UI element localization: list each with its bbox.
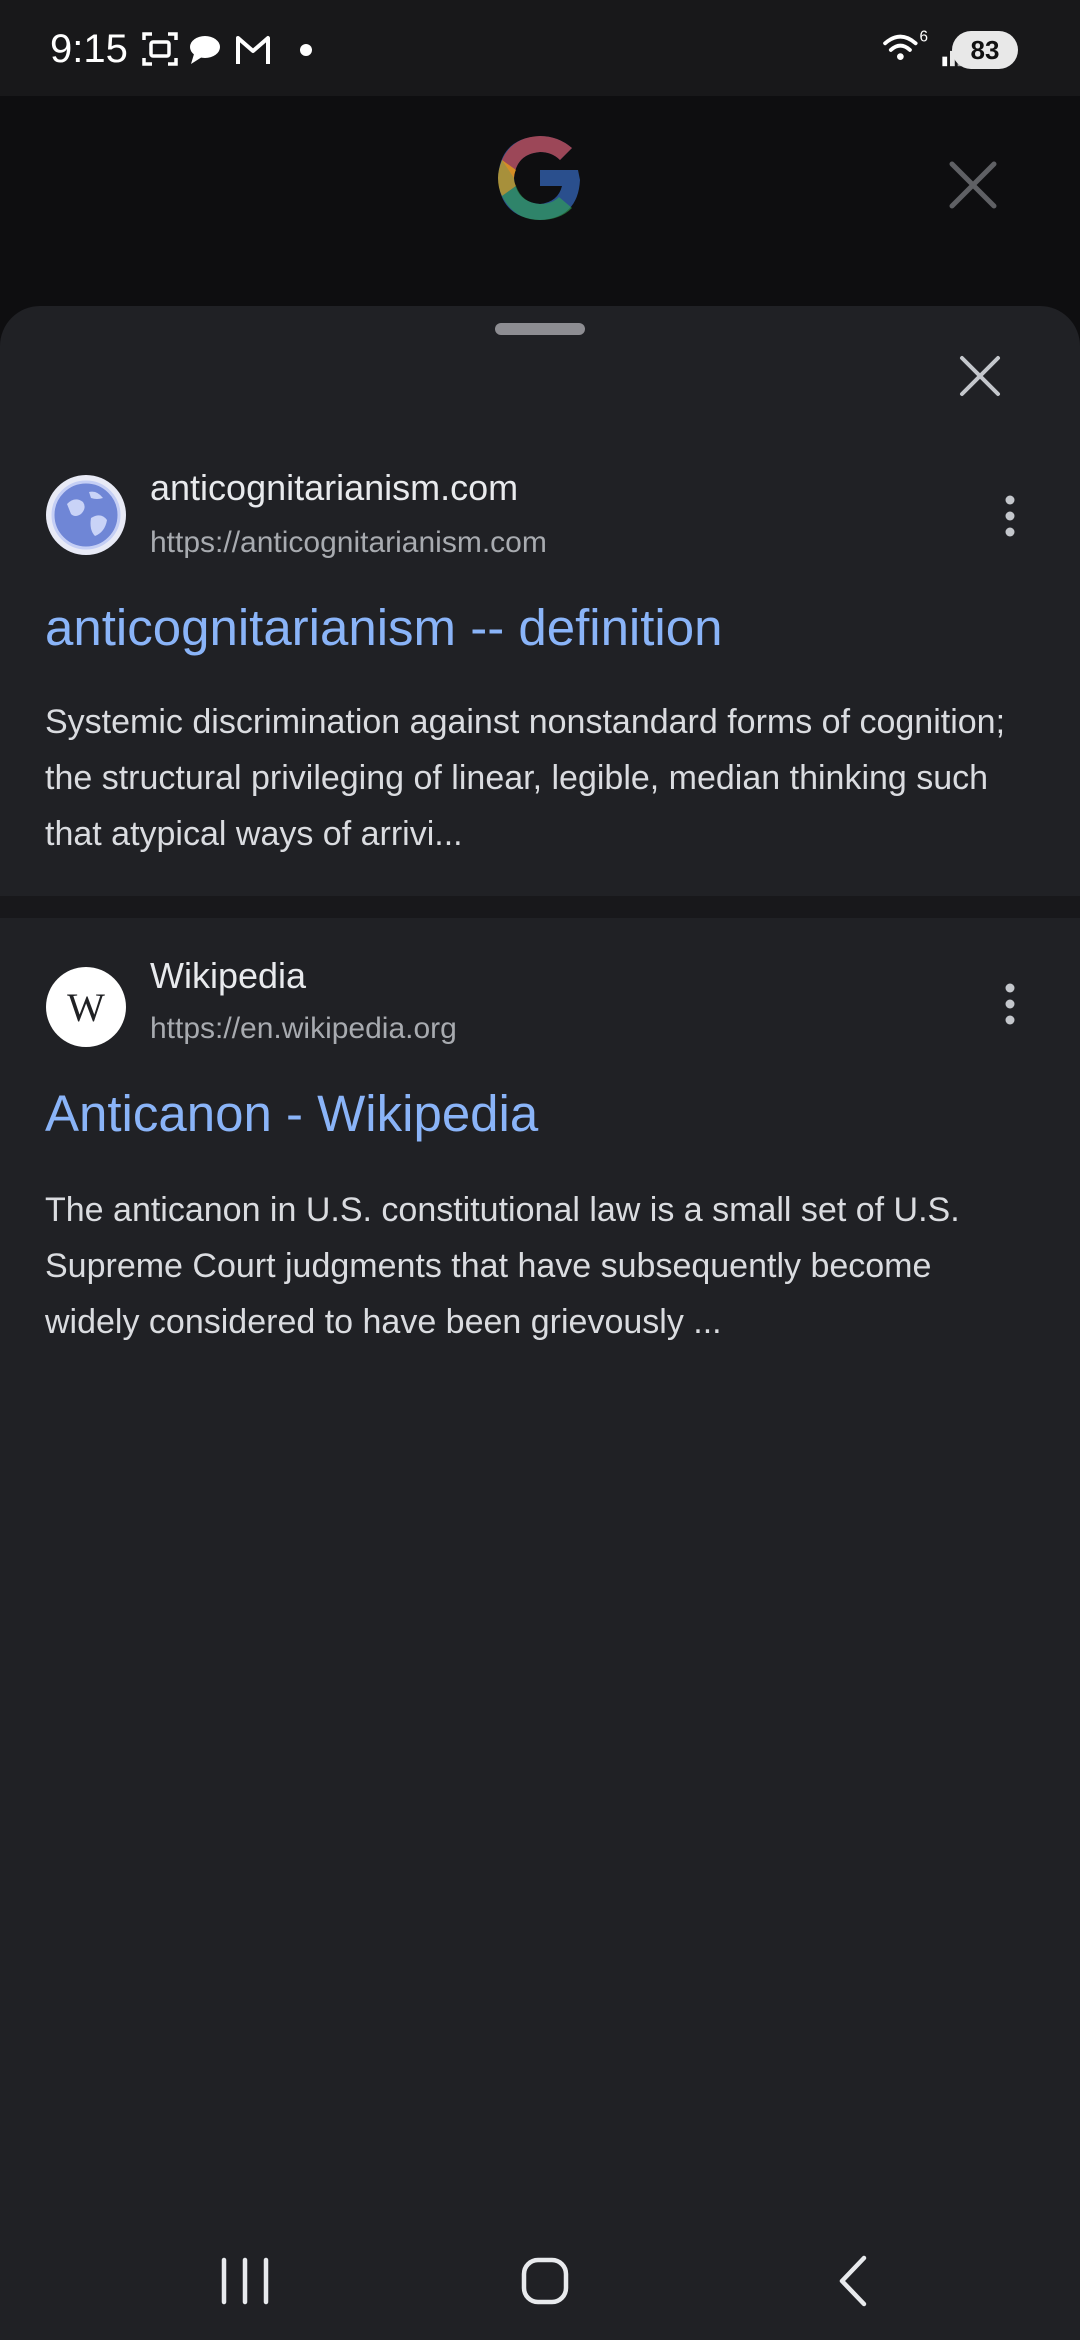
screenshot-icon — [142, 32, 178, 66]
wikipedia-w-icon: W — [46, 967, 126, 1047]
result-divider — [0, 896, 1080, 918]
result-snippet: The anticanon in U.S. constitutional law… — [45, 1191, 960, 1341]
google-g-logo — [498, 136, 580, 220]
result-url: https://en.wikipedia.org — [150, 1012, 457, 1045]
result-url: https://anticognitarianism.com — [150, 526, 547, 559]
close-icon[interactable] — [946, 158, 1000, 212]
navigation-bar — [0, 2220, 1080, 2340]
wifi-icon — [883, 34, 918, 60]
status-time: 9:15 — [50, 27, 128, 71]
result-site-name: Wikipedia — [150, 955, 307, 996]
result-snippet: Systemic discrimination against nonstand… — [45, 703, 1006, 853]
more-options-icon[interactable] — [996, 486, 1024, 546]
wifi-label: 6 — [919, 28, 928, 45]
more-options-icon[interactable] — [996, 974, 1024, 1034]
battery-indicator: 83 — [952, 31, 1018, 69]
status-bar: 9:15 6 83 — [0, 0, 1080, 96]
status-left-icons — [142, 32, 312, 66]
result-item[interactable]: W Wikipedia https://en.wikipedia.org Ant… — [0, 918, 1080, 1618]
globe-icon — [46, 475, 126, 555]
results-sheet: anticognitarianism.com https://anticogni… — [0, 306, 1080, 2340]
result-title-link[interactable]: anticognitarianism -- definition — [45, 596, 723, 660]
home-icon[interactable] — [500, 2220, 590, 2340]
google-header — [0, 96, 1080, 316]
result-site-name: anticognitarianism.com — [150, 467, 519, 508]
screen: 9:15 6 83 anticognitarianism.com https:/… — [0, 0, 1080, 2340]
chat-bubble-icon — [190, 36, 220, 64]
back-icon[interactable] — [808, 2220, 898, 2340]
dot-icon — [300, 44, 312, 56]
result-title-link[interactable]: Anticanon - Wikipedia — [45, 1082, 538, 1146]
recent-apps-icon[interactable] — [200, 2220, 290, 2340]
gmail-icon — [236, 36, 270, 64]
wikipedia-w-letter: W — [67, 985, 105, 1030]
result-item[interactable]: anticognitarianism.com https://anticogni… — [0, 306, 1080, 896]
